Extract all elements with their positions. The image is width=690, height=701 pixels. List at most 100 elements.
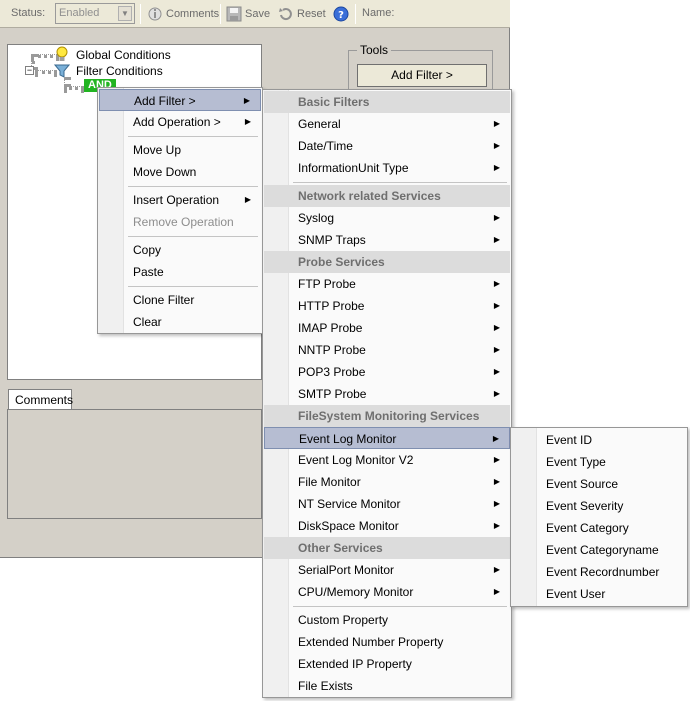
menu-item-syslog[interactable]: Syslog ▶ — [264, 207, 510, 229]
filter-submenu: Basic Filters General ▶ Date/Time ▶ Inform… — [262, 89, 512, 698]
toolbar-separator — [140, 4, 141, 24]
menu-item-smtp-probe[interactable]: SMTP Probe ▶ — [264, 383, 510, 405]
menu-item-event-type[interactable]: Event Type — [512, 451, 686, 473]
menu-item-informationunit-type[interactable]: InformationUnit Type ▶ — [264, 157, 510, 179]
menu-header-other-services: Other Services — [264, 537, 510, 559]
menu-item-remove-operation: Remove Operation — [133, 215, 234, 229]
tree-node-filter-conditions[interactable]: Filter Conditions — [54, 63, 163, 79]
reset-icon — [279, 8, 292, 21]
menu-separator — [128, 136, 258, 137]
context-menu: Add Filter > ▶ Add Operation > ▶ Move Up M… — [97, 87, 263, 334]
submenu-arrow-icon: ▶ — [493, 565, 500, 574]
menu-item-custom-property[interactable]: Custom Property — [264, 609, 510, 631]
menu-item-snmp-traps[interactable]: SNMP Traps ▶ — [264, 229, 510, 251]
menu-header-probe-services: Probe Services — [264, 251, 510, 273]
menu-item-nt-service-monitor[interactable]: NT Service Monitor ▶ — [264, 493, 510, 515]
menu-item-event-id[interactable]: Event ID — [512, 429, 686, 451]
submenu-arrow-icon: ▶ — [493, 455, 500, 464]
submenu-arrow-icon: ▶ — [493, 477, 500, 486]
status-label: Status: — [11, 7, 46, 19]
menu-item-insert-operation[interactable]: Insert Operation ▶ — [99, 189, 261, 211]
menu-item-cpu-memory-monitor[interactable]: CPU/Memory Monitor ▶ — [264, 581, 510, 603]
menu-item-pop3-probe[interactable]: POP3 Probe ▶ — [264, 361, 510, 383]
tab-comments[interactable]: Comments — [8, 389, 73, 409]
submenu-arrow-icon: ▶ — [493, 163, 500, 172]
menu-item-nntp-probe[interactable]: NNTP Probe ▶ — [264, 339, 510, 361]
save-button[interactable]: Save — [226, 5, 270, 23]
toolbar-separator — [220, 4, 221, 24]
submenu-arrow-icon: ▶ — [493, 389, 500, 398]
menu-item-move-down[interactable]: Move Down — [99, 161, 261, 183]
menu-item-ftp-probe[interactable]: FTP Probe ▶ — [264, 273, 510, 295]
tree-node-label: Filter Conditions — [76, 64, 163, 78]
submenu-arrow-icon: ▶ — [493, 323, 500, 332]
toolbar: Status: Enabled ▼ Comments Save Reset ? … — [0, 0, 510, 28]
menu-separator — [293, 606, 507, 607]
menu-item-file-monitor[interactable]: File Monitor ▶ — [264, 471, 510, 493]
submenu-arrow-icon: ▶ — [493, 521, 500, 530]
status-dropdown[interactable]: Enabled ▼ — [55, 3, 135, 24]
save-icon — [226, 6, 242, 22]
tools-title: Tools — [357, 43, 392, 57]
name-label: Name: — [362, 7, 395, 19]
tools-group: Tools Add Filter > — [348, 43, 493, 92]
submenu-arrow-icon: ▶ — [244, 117, 251, 126]
menu-item-file-exists[interactable]: File Exists — [264, 675, 510, 697]
tree-connector — [64, 86, 84, 90]
tree-node-label: Global Conditions — [76, 47, 171, 62]
menu-item-move-up[interactable]: Move Up — [99, 139, 261, 161]
submenu-arrow-icon: ▶ — [493, 499, 500, 508]
help-icon: ? — [333, 6, 349, 22]
chevron-down-icon[interactable]: ▼ — [118, 6, 132, 21]
submenu-arrow-icon: ▶ — [243, 96, 250, 105]
menu-item-extended-ip-property[interactable]: Extended IP Property — [264, 653, 510, 675]
menu-item-imap-probe[interactable]: IMAP Probe ▶ — [264, 317, 510, 339]
collapse-toggle[interactable]: − — [25, 66, 34, 75]
menu-item-event-severity[interactable]: Event Severity — [512, 495, 686, 517]
comments-icon — [148, 7, 162, 21]
menu-item-event-categoryname[interactable]: Event Categoryname — [512, 539, 686, 561]
menu-item-add-filter[interactable]: Add Filter > ▶ — [99, 89, 261, 111]
menu-item-event-category[interactable]: Event Category — [512, 517, 686, 539]
submenu-arrow-icon: ▶ — [244, 195, 251, 204]
submenu-arrow-icon: ▶ — [493, 279, 500, 288]
reset-button-label: Reset — [297, 8, 326, 20]
save-button-label: Save — [245, 8, 271, 20]
menu-header-basic-filters: Basic Filters — [264, 91, 510, 113]
menu-item-event-recordnumber[interactable]: Event Recordnumber — [512, 561, 686, 583]
submenu-arrow-icon: ▶ — [492, 434, 499, 443]
submenu-arrow-icon: ▶ — [493, 141, 500, 150]
submenu-arrow-icon: ▶ — [493, 213, 500, 222]
submenu-arrow-icon: ▶ — [493, 235, 500, 244]
reset-button[interactable]: Reset — [278, 5, 326, 23]
lightbulb-icon — [56, 46, 68, 61]
menu-item-event-source[interactable]: Event Source — [512, 473, 686, 495]
menu-item-event-user[interactable]: Event User — [512, 583, 686, 605]
menu-item-event-log-monitor[interactable]: Event Log Monitor ▶ — [264, 427, 510, 449]
submenu-arrow-icon: ▶ — [493, 301, 500, 310]
menu-item-general[interactable]: General ▶ — [264, 113, 510, 135]
menu-item-copy[interactable]: Copy — [99, 239, 261, 261]
comments-button[interactable]: Comments — [147, 5, 219, 23]
menu-separator — [128, 236, 258, 237]
menu-header-filesystem-services: FileSystem Monitoring Services — [264, 405, 510, 427]
menu-item-clone-filter[interactable]: Clone Filter — [99, 289, 261, 311]
menu-item-paste[interactable]: Paste — [99, 261, 261, 283]
menu-item-add-operation[interactable]: Add Operation > ▶ — [99, 111, 261, 133]
help-button[interactable]: ? — [333, 5, 349, 23]
menu-item-clear[interactable]: Clear — [99, 311, 261, 333]
menu-item-event-log-monitor-v2[interactable]: Event Log Monitor V2 ▶ — [264, 449, 510, 471]
add-filter-button[interactable]: Add Filter > — [357, 64, 487, 87]
menu-item-serialport-monitor[interactable]: SerialPort Monitor ▶ — [264, 559, 510, 581]
tree-node-global-conditions[interactable]: Global Conditions — [54, 46, 171, 63]
menu-item-date-time[interactable]: Date/Time ▶ — [264, 135, 510, 157]
menu-separator — [128, 186, 258, 187]
submenu-arrow-icon: ▶ — [493, 119, 500, 128]
menu-item-extended-number-property[interactable]: Extended Number Property — [264, 631, 510, 653]
comments-panel[interactable] — [7, 409, 262, 519]
menu-item-diskspace-monitor[interactable]: DiskSpace Monitor ▶ — [264, 515, 510, 537]
menu-item-http-probe[interactable]: HTTP Probe ▶ — [264, 295, 510, 317]
toolbar-separator — [355, 4, 356, 24]
svg-text:?: ? — [338, 10, 344, 21]
comments-button-label: Comments — [166, 8, 220, 20]
